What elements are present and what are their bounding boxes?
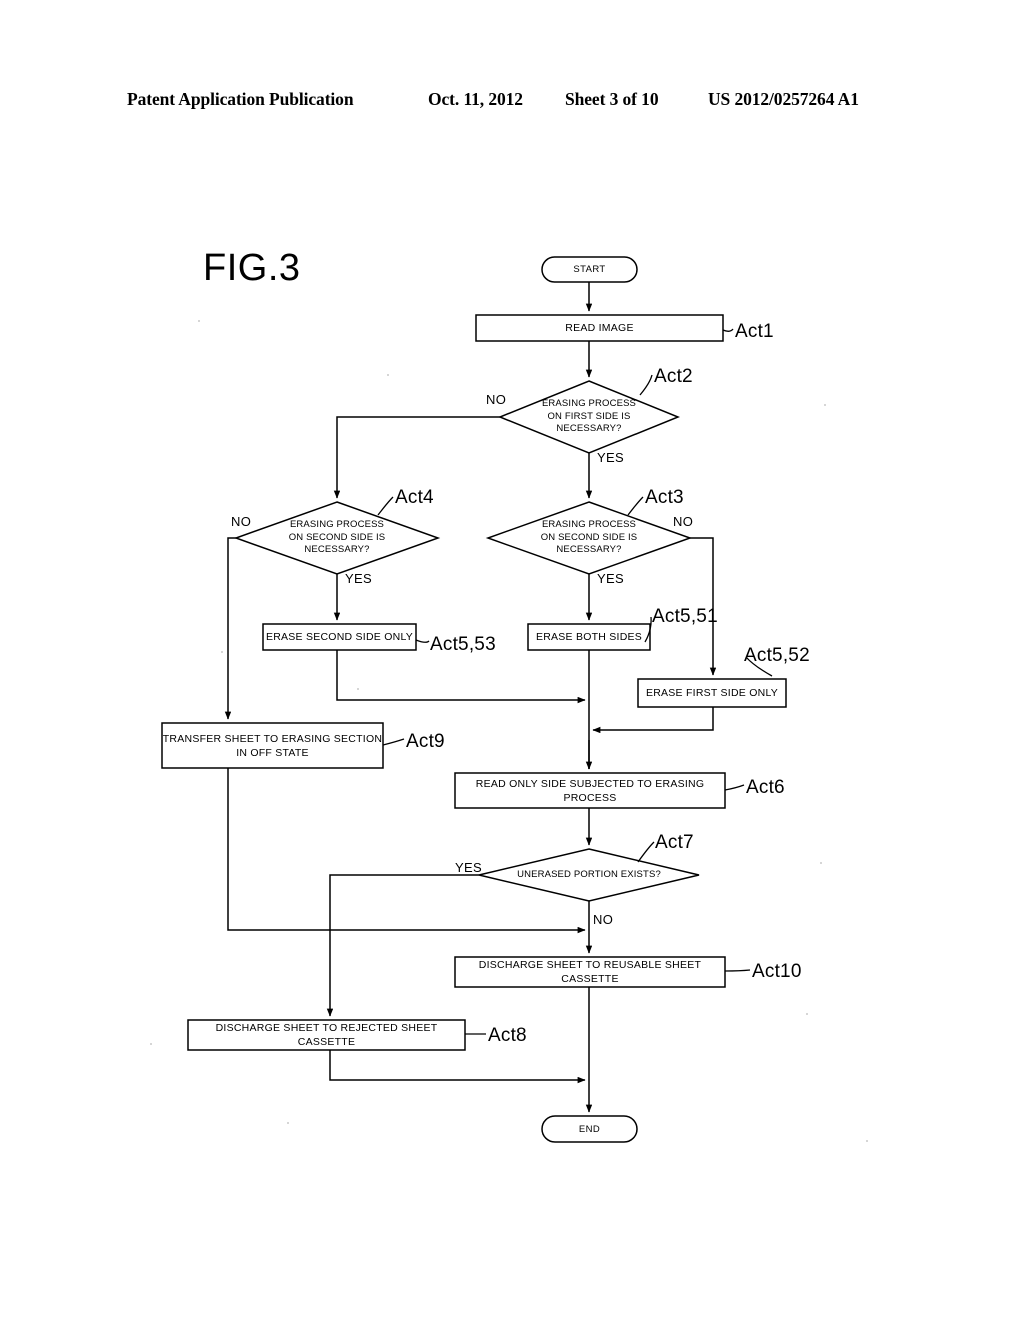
- act4-yes-branch-label: YES: [345, 571, 372, 586]
- scan-speck: [357, 688, 359, 690]
- act7-reference-callout: Act7: [655, 832, 694, 853]
- scan-speck: [150, 1043, 152, 1045]
- scan-speck: [820, 862, 822, 864]
- act9-reference-callout: Act9: [406, 731, 445, 752]
- act4-no-branch-label: NO: [231, 514, 252, 529]
- connector-act8-to-end-column: [329, 1050, 586, 1084]
- scan-speck: [866, 1140, 868, 1142]
- act1-process-shape: [475, 314, 724, 342]
- act5-52-process-shape: [637, 678, 787, 708]
- start-terminal-shape: [541, 256, 638, 283]
- act10-reference-callout: Act10: [752, 961, 802, 982]
- act5-51-process-shape: [527, 623, 651, 651]
- act5-51-reference-callout: Act5,51: [652, 606, 718, 627]
- connector-act9-to-act10-feed: [227, 768, 586, 934]
- act5-53-process-shape: [262, 623, 417, 651]
- connector-act4-no-to-act9: [224, 537, 236, 720]
- act6-process-shape: [454, 772, 726, 809]
- connector-act5-52-to-main: [592, 707, 714, 734]
- connector-act7-yes-to-act8: [326, 874, 479, 1017]
- act10-process-shape: [454, 956, 726, 988]
- act3-decision-shape: [485, 501, 693, 575]
- act2-decision-shape: [497, 380, 681, 454]
- act4-reference-callout: Act4: [395, 487, 434, 508]
- act3-reference-callout: Act3: [645, 487, 684, 508]
- act1-reference-callout: Act1: [735, 321, 774, 342]
- scan-speck: [824, 404, 826, 406]
- act5-53-reference-callout: Act5,53: [430, 634, 496, 655]
- act3-no-branch-label: NO: [673, 514, 694, 529]
- act2-no-branch-label: NO: [486, 392, 507, 407]
- act5-52-reference-callout: Act5,52: [744, 645, 810, 666]
- connector-act2-no-to-act4: [333, 416, 500, 499]
- scan-speck: [287, 1122, 289, 1124]
- act2-reference-callout: Act2: [654, 366, 693, 387]
- act6-reference-callout: Act6: [746, 777, 785, 798]
- act8-process-shape: [187, 1019, 466, 1051]
- scan-speck: [387, 374, 389, 376]
- act9-process-shape: [161, 722, 384, 769]
- act8-reference-callout: Act8: [488, 1025, 527, 1046]
- act2-yes-branch-label: YES: [597, 450, 624, 465]
- flowchart-diagram: [0, 0, 1024, 1320]
- act7-no-branch-label: NO: [593, 912, 614, 927]
- act7-decision-shape: [478, 848, 700, 902]
- act4-decision-shape: [233, 501, 441, 575]
- connector-act5-53-to-main: [336, 650, 586, 704]
- scan-speck: [806, 1013, 808, 1015]
- act3-yes-branch-label: YES: [597, 571, 624, 586]
- scan-speck: [198, 320, 200, 322]
- scan-speck: [221, 651, 223, 653]
- act7-yes-branch-label: YES: [455, 860, 482, 875]
- end-terminal-shape: [541, 1115, 638, 1143]
